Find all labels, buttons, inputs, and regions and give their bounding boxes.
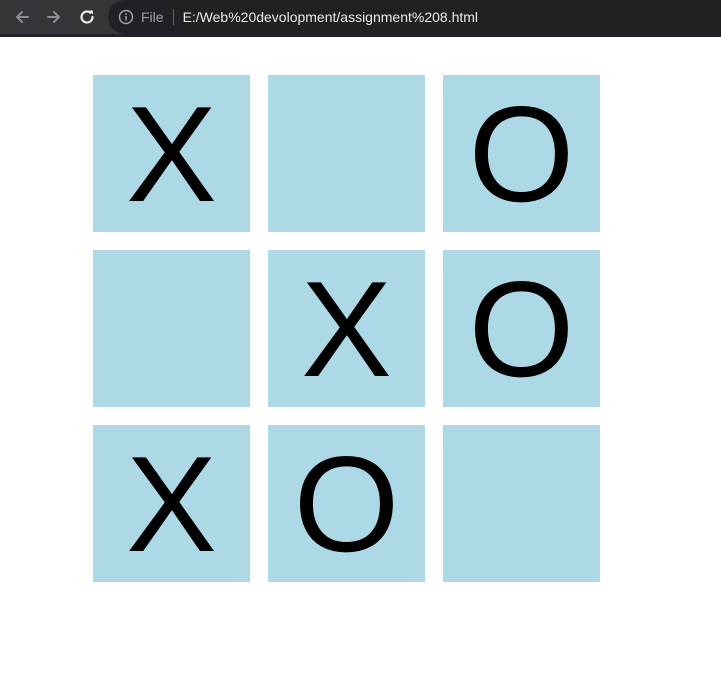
url-text[interactable]: E:/Web%20devolopment/assignment%208.html [183,9,478,25]
arrow-left-icon [13,8,31,26]
board-cell-3[interactable]: O [443,75,600,232]
board-cell-9[interactable] [443,425,600,582]
board-cell-8[interactable]: O [268,425,425,582]
reload-button[interactable] [75,5,99,29]
board-cell-6[interactable]: O [443,250,600,407]
page-content: X O X O X O [0,37,721,675]
board-cell-4[interactable] [93,250,250,407]
arrow-right-icon [45,8,63,26]
address-bar[interactable]: File E:/Web%20devolopment/assignment%208… [108,0,721,34]
board-cell-2[interactable] [268,75,425,232]
file-scheme-label: File [141,9,164,25]
back-button[interactable] [10,5,34,29]
reload-icon [78,8,96,26]
forward-button[interactable] [42,5,66,29]
tic-tac-toe-board: X O X O X O [93,75,600,582]
board-cell-1[interactable]: X [93,75,250,232]
board-cell-5[interactable]: X [268,250,425,407]
info-icon[interactable] [118,9,134,25]
browser-toolbar: File E:/Web%20devolopment/assignment%208… [0,0,721,37]
board-cell-7[interactable]: X [93,425,250,582]
omnibox-divider [172,9,174,25]
